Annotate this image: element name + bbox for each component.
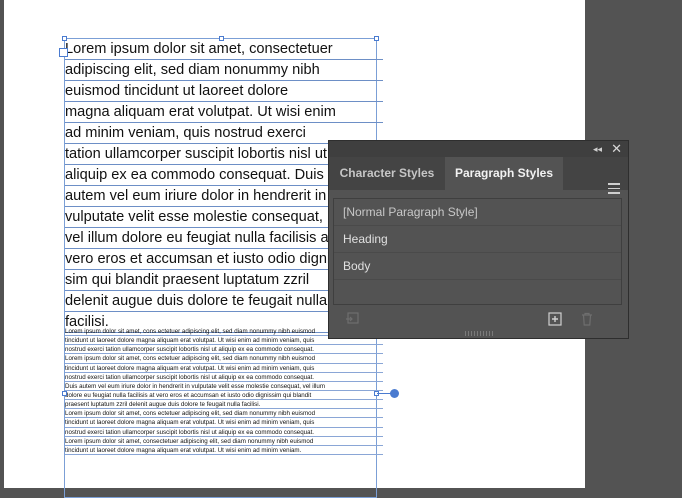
panel-menu-icon[interactable] <box>608 183 620 197</box>
small-body-text[interactable]: Lorem ipsum dolor sit amet, cons ectetue… <box>65 327 383 455</box>
text-line: nostrud exerci tation ullamcorper suscip… <box>65 345 383 355</box>
style-item-body[interactable]: Body <box>334 253 621 280</box>
in-port-handle[interactable] <box>59 48 68 57</box>
text-line: adipiscing elit, sed diam nonummy nibh <box>65 60 383 81</box>
style-item-heading[interactable]: Heading <box>334 226 621 253</box>
text-line: tincidunt ut laoreet dolore magna aliqua… <box>65 446 383 455</box>
text-line: Duis autem vel eum iriure dolor in hendr… <box>65 382 383 391</box>
selection-handle-top-right[interactable] <box>374 36 379 41</box>
panel-footer <box>329 307 628 333</box>
panel-title-bar[interactable]: ◂◂ ✕ <box>329 141 628 157</box>
trash-icon[interactable] <box>580 312 594 326</box>
text-line: nostrud exerci tation ullamcorper suscip… <box>65 428 383 437</box>
resize-grip[interactable] <box>465 331 493 336</box>
text-line: Lorem ipsum dolor sit amet, consectetuer… <box>65 437 383 446</box>
text-line: praesent luptatum zzril delenit augue du… <box>65 400 383 410</box>
selection-handle-top-center[interactable] <box>219 36 224 41</box>
double-chevron-left-icon[interactable]: ◂◂ <box>593 143 602 155</box>
tab-paragraph-styles[interactable]: Paragraph Styles <box>445 157 563 190</box>
thread-out-port[interactable] <box>390 389 399 398</box>
text-line: euismod tincidunt ut laoreet dolore <box>65 81 383 102</box>
tab-character-styles[interactable]: Character Styles <box>329 157 445 190</box>
paragraph-styles-panel: ◂◂ ✕ Character Styles Paragraph Styles [… <box>328 140 629 339</box>
load-styles-icon[interactable] <box>345 312 359 326</box>
style-list: [Normal Paragraph Style] Heading Body <box>333 198 622 305</box>
new-style-icon[interactable] <box>548 312 562 326</box>
panel-tab-bar: Character Styles Paragraph Styles <box>329 157 628 194</box>
text-line: Lorem ipsum dolor sit amet, consectetuer <box>65 39 383 60</box>
text-line: Lorem ipsum dolor sit amet, cons ectetue… <box>65 409 383 419</box>
text-line: tincidunt ut laoreet dolore magna aliqua… <box>65 418 383 428</box>
selection-handle-top-left[interactable] <box>62 36 67 41</box>
style-item-normal-paragraph[interactable]: [Normal Paragraph Style] <box>334 199 621 226</box>
text-line: dolore eu feugiat nulla facilisis at ver… <box>65 391 383 401</box>
text-line: magna aliquam erat volutpat. Ut wisi eni… <box>65 102 383 123</box>
text-line: nostrud exerci tation ullamcorper suscip… <box>65 373 383 382</box>
text-line: Lorem ipsum dolor sit amet, cons ectetue… <box>65 354 383 364</box>
selection-handle-middle-left[interactable] <box>62 391 67 396</box>
close-icon[interactable]: ✕ <box>611 141 622 156</box>
text-line: tincidunt ut laoreet dolore magna aliqua… <box>65 364 383 373</box>
